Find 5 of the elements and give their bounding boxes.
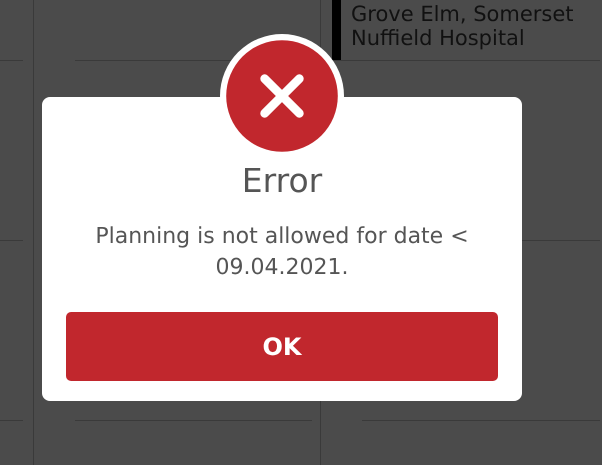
ok-button[interactable]: OK <box>66 312 498 381</box>
error-message: Planning is not allowed for date < 09.04.2021. <box>94 223 470 282</box>
appointment-text: Nuffield Hospital <box>351 26 526 50</box>
appointment-text: Grove Elm, Somerset <box>351 2 574 26</box>
dialog-title: Error <box>242 161 322 201</box>
